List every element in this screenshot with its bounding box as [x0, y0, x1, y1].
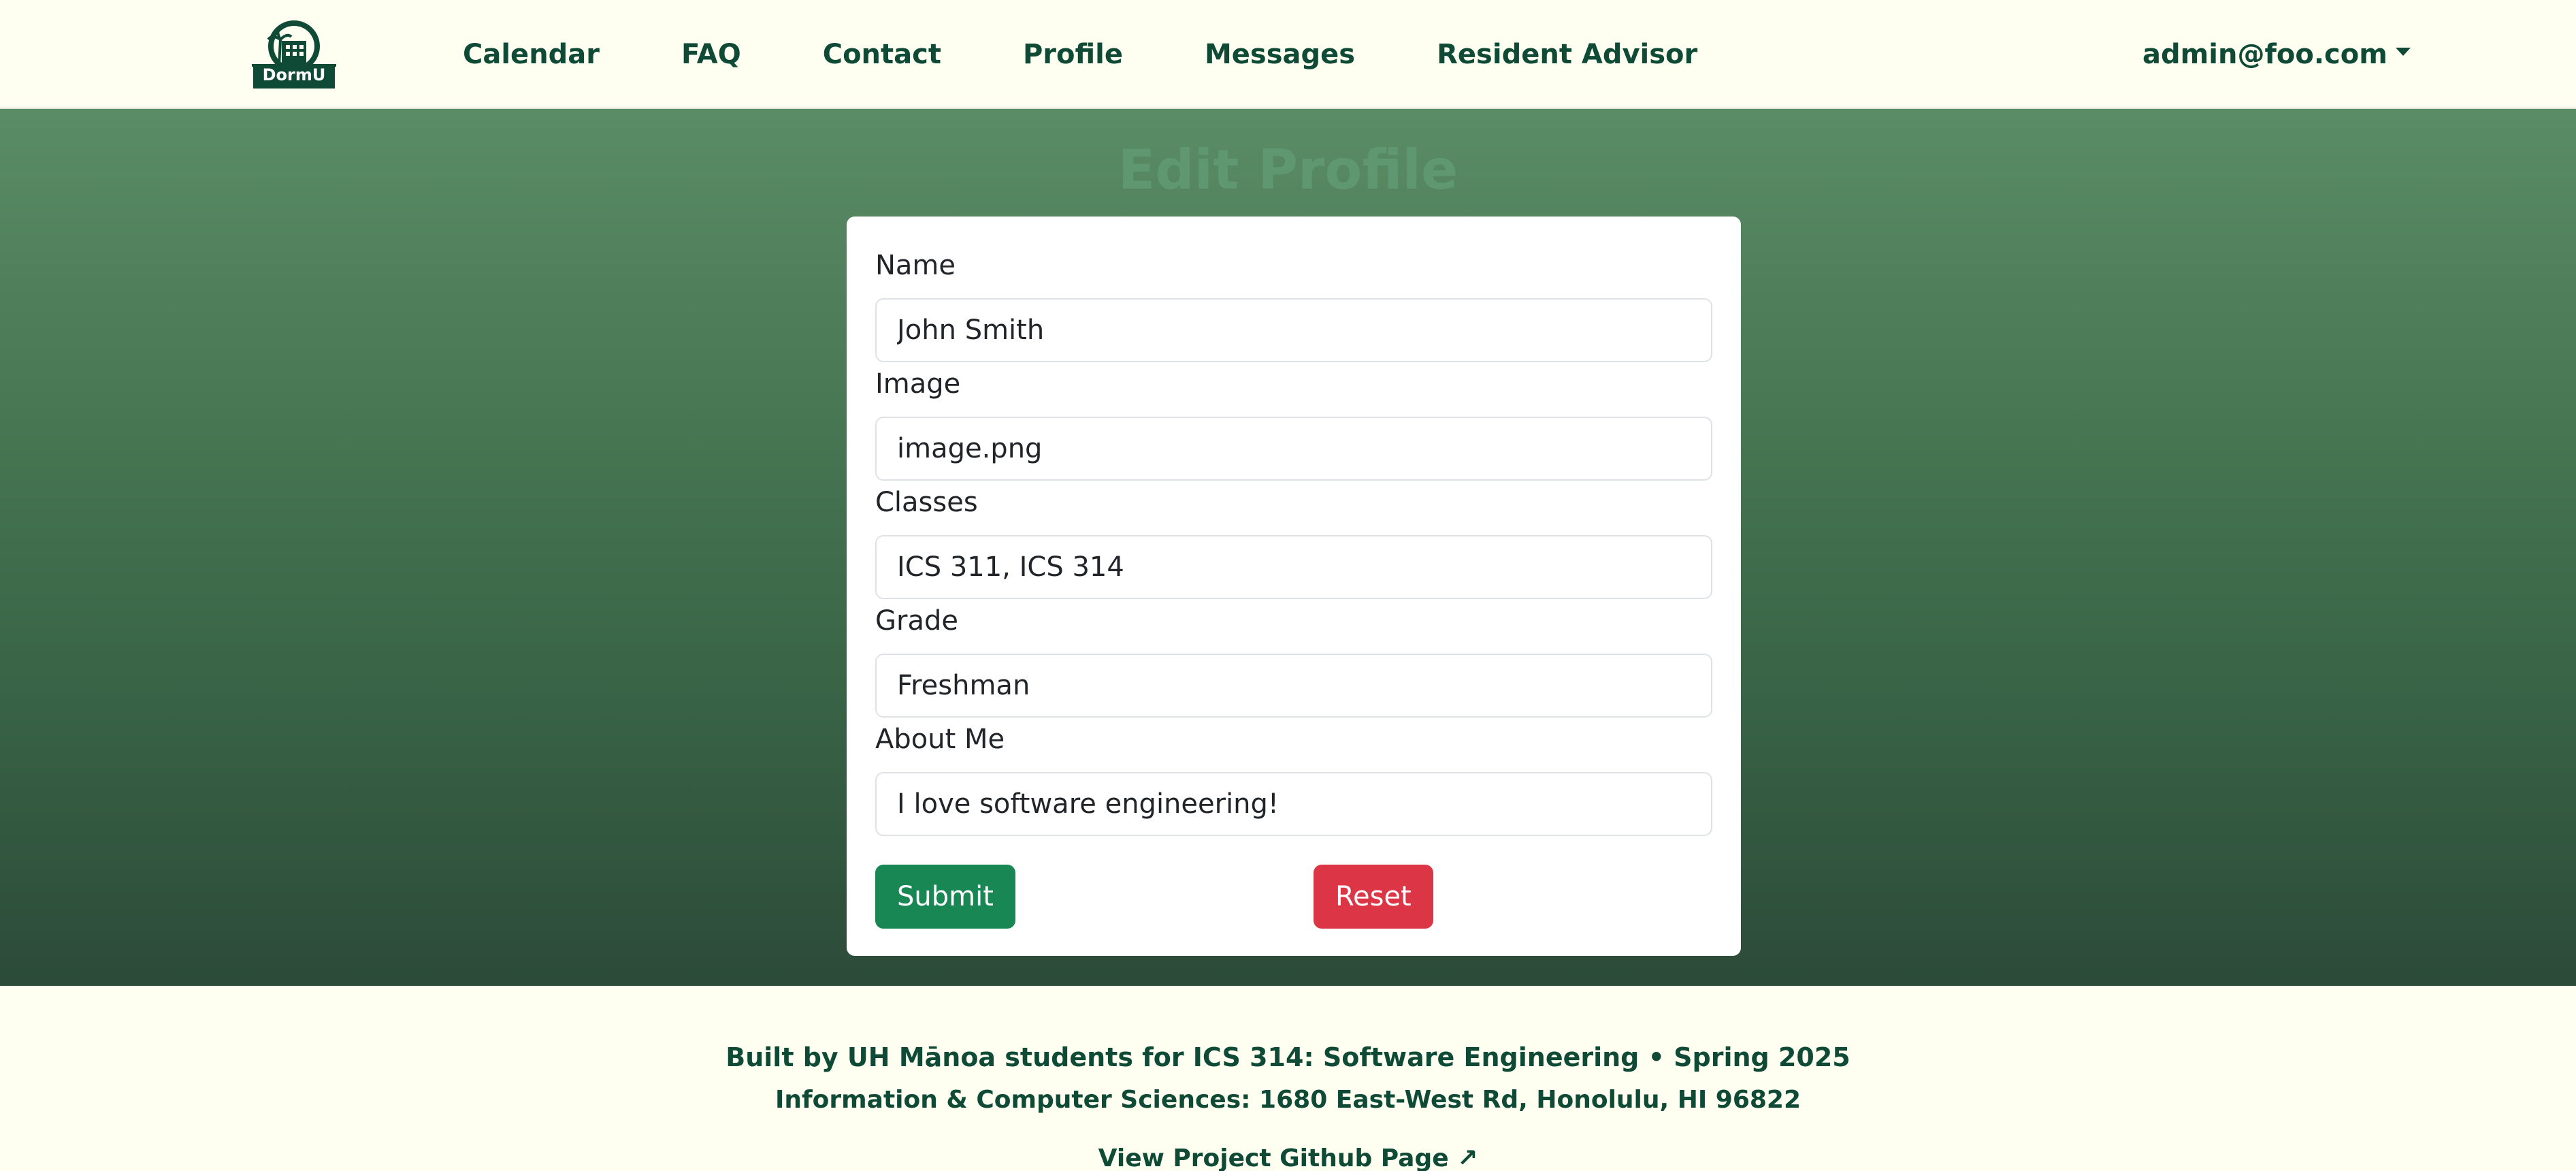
- image-input[interactable]: [875, 417, 1712, 481]
- classes-label: Classes: [875, 487, 978, 518]
- page: DormU Calendar FAQ Contact Profile Messa…: [0, 0, 2576, 1171]
- reset-button[interactable]: Reset: [1314, 865, 1433, 929]
- submit-button[interactable]: Submit: [875, 865, 1015, 929]
- nav-link-contact[interactable]: Contact: [823, 39, 941, 70]
- nav-link-faq[interactable]: FAQ: [681, 39, 741, 70]
- user-email: admin@foo.com: [2142, 39, 2387, 70]
- nav-link-resident-advisor[interactable]: Resident Advisor: [1437, 39, 1697, 70]
- image-label: Image: [875, 368, 961, 400]
- name-input[interactable]: [875, 298, 1712, 362]
- footer-credits: Built by UH Mānoa students for ICS 314: …: [725, 1042, 1851, 1072]
- name-label: Name: [875, 250, 956, 281]
- classes-input[interactable]: [875, 535, 1712, 599]
- about-me-input[interactable]: [875, 772, 1712, 836]
- about-me-label: About Me: [875, 724, 1005, 755]
- page-title: Edit Profile: [1118, 138, 1458, 202]
- footer-address: Information & Computer Sciences: 1680 Ea…: [775, 1086, 1801, 1114]
- edit-profile-form: Name Image Classes Grade About Me Submit…: [847, 216, 1741, 956]
- dormu-logo[interactable]: DormU: [252, 16, 336, 89]
- grade-input[interactable]: [875, 654, 1712, 718]
- footer: Built by UH Mānoa students for ICS 314: …: [0, 986, 2576, 1171]
- grade-label: Grade: [875, 605, 958, 637]
- main-nav: Calendar FAQ Contact Profile Messages Re…: [422, 0, 1697, 109]
- nav-link-calendar[interactable]: Calendar: [463, 39, 600, 70]
- navbar: DormU Calendar FAQ Contact Profile Messa…: [0, 0, 2576, 109]
- nav-link-messages[interactable]: Messages: [1205, 39, 1355, 70]
- user-menu-dropdown[interactable]: admin@foo.com: [2142, 0, 2411, 109]
- caret-down-icon: [2395, 48, 2411, 56]
- nav-link-profile[interactable]: Profile: [1023, 39, 1123, 70]
- github-page-link[interactable]: View Project Github Page ↗: [0, 1144, 2576, 1171]
- main-section: Edit Profile Name Image Classes Grade Ab…: [0, 109, 2576, 986]
- logo-text: DormU: [262, 65, 326, 84]
